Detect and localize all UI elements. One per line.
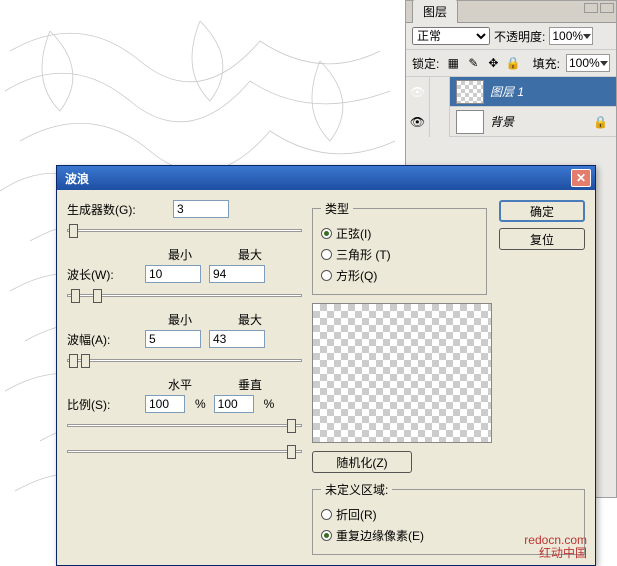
preview-area	[312, 303, 492, 443]
wrap-radio[interactable]: 折回(R)	[321, 504, 576, 525]
scale-h-input[interactable]: 100	[145, 395, 185, 413]
watermark: redocn.com 红动中国	[524, 534, 587, 560]
lock-label: 锁定:	[412, 55, 439, 72]
visibility-toggle[interactable]: 👁	[406, 77, 430, 107]
percent-label: %	[195, 397, 206, 411]
opacity-label: 不透明度:	[494, 28, 545, 45]
layer-row[interactable]: 👁 图层 1	[406, 77, 616, 107]
horizontal-header: 水平	[145, 376, 215, 393]
type-triangle-radio[interactable]: 三角形 (T)	[321, 244, 478, 265]
type-square-radio[interactable]: 方形(Q)	[321, 265, 478, 286]
eye-icon: 👁	[410, 115, 425, 129]
radio-icon	[321, 509, 332, 520]
close-icon: ✕	[576, 171, 586, 185]
amplitude-label: 波幅(A):	[67, 331, 137, 348]
panel-minimize[interactable]	[584, 3, 598, 13]
generators-input[interactable]: 3	[173, 200, 229, 218]
wavelength-max-input[interactable]: 94	[209, 265, 265, 283]
max-header: 最大	[215, 311, 285, 328]
min-header: 最小	[145, 246, 215, 263]
radio-icon	[321, 228, 332, 239]
wavelength-label: 波长(W):	[67, 266, 137, 283]
dialog-left-column: 生成器数(G): 3 最小 最大 波长(W): 10 94 最小	[67, 200, 302, 555]
opacity-input[interactable]: 100%	[549, 27, 593, 45]
dialog-titlebar[interactable]: 波浪 ✕	[57, 166, 595, 190]
undefined-legend: 未定义区域:	[321, 481, 392, 498]
percent-label: %	[264, 397, 275, 411]
chevron-down-icon	[600, 61, 608, 66]
layer-thumbnail[interactable]	[456, 110, 484, 134]
fill-input[interactable]: 100%	[566, 54, 610, 72]
panel-close[interactable]	[600, 3, 614, 13]
radio-icon	[321, 249, 332, 260]
blend-opacity-row: 正常 不透明度: 100%	[406, 23, 616, 50]
type-legend: 类型	[321, 200, 353, 217]
close-button[interactable]: ✕	[571, 169, 591, 187]
type-sine-radio[interactable]: 正弦(I)	[321, 223, 478, 244]
layer-thumbnail[interactable]	[456, 80, 484, 104]
radio-icon	[321, 270, 332, 281]
lock-fill-row: 锁定: ▦ ✎ ✥ 🔒 填充: 100%	[406, 50, 616, 77]
layer-row[interactable]: 👁 背景 🔒	[406, 107, 616, 137]
lock-icons: ▦ ✎ ✥ 🔒	[445, 55, 521, 71]
type-group: 类型 正弦(I) 三角形 (T) 方形(Q)	[312, 200, 487, 295]
radio-icon	[321, 530, 332, 541]
reset-button[interactable]: 复位	[499, 228, 585, 250]
dialog-right-column: 类型 正弦(I) 三角形 (T) 方形(Q) 确定 复位 随机化(Z) 未定义区…	[312, 200, 585, 555]
dialog-title: 波浪	[65, 170, 571, 187]
lock-icon: 🔒	[593, 115, 608, 129]
generators-slider[interactable]	[67, 222, 302, 240]
scale-label: 比例(S):	[67, 396, 137, 413]
blend-mode-select[interactable]: 正常	[412, 27, 490, 45]
fill-label: 填充:	[533, 55, 560, 72]
chevron-down-icon	[583, 34, 591, 39]
lock-position-icon[interactable]: ✥	[485, 55, 501, 71]
amplitude-min-input[interactable]: 5	[145, 330, 201, 348]
lock-all-icon[interactable]: 🔒	[505, 55, 521, 71]
lock-pixels-icon[interactable]: ✎	[465, 55, 481, 71]
scale-h-slider[interactable]	[67, 417, 302, 435]
visibility-toggle[interactable]: 👁	[406, 107, 430, 137]
scale-v-input[interactable]: 100	[214, 395, 254, 413]
vertical-header: 垂直	[215, 376, 285, 393]
link-col[interactable]	[430, 77, 450, 107]
link-col[interactable]	[430, 107, 450, 137]
min-header: 最小	[145, 311, 215, 328]
amplitude-max-input[interactable]: 43	[209, 330, 265, 348]
scale-v-slider[interactable]	[67, 443, 302, 461]
wavelength-min-input[interactable]: 10	[145, 265, 201, 283]
layer-name[interactable]: 图层 1	[490, 83, 616, 100]
lock-transparency-icon[interactable]: ▦	[445, 55, 461, 71]
randomize-button[interactable]: 随机化(Z)	[312, 451, 412, 473]
max-header: 最大	[215, 246, 285, 263]
amplitude-slider[interactable]	[67, 352, 302, 370]
tab-layers[interactable]: 图层	[412, 0, 458, 23]
panel-window-controls	[582, 1, 616, 15]
generators-label: 生成器数(G):	[67, 201, 137, 218]
ok-button[interactable]: 确定	[499, 200, 585, 222]
wavelength-slider[interactable]	[67, 287, 302, 305]
eye-icon: 👁	[410, 85, 425, 99]
layer-name[interactable]: 背景	[490, 113, 593, 130]
wave-dialog: 波浪 ✕ 生成器数(G): 3 最小 最大 波长(W): 10 94	[56, 165, 596, 566]
